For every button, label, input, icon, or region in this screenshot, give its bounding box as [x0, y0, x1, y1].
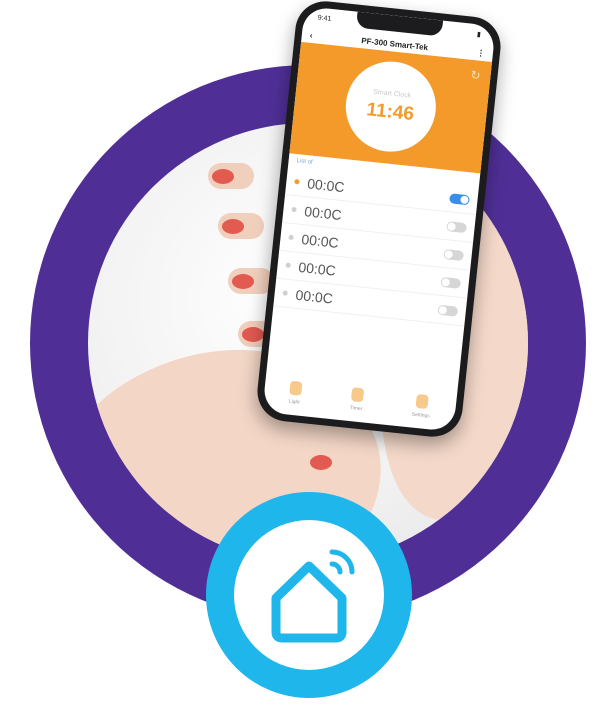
tab-light[interactable]: Light [288, 380, 303, 406]
tab-bar: Light Timer Settings [263, 362, 459, 428]
timer-toggle[interactable] [449, 192, 471, 205]
timer-icon [350, 387, 365, 403]
tab-label: Timer [349, 404, 363, 413]
timer-dot [288, 234, 294, 241]
back-icon[interactable]: ‹ [309, 30, 313, 39]
timer-dot [291, 206, 297, 213]
fingernail [232, 274, 254, 289]
refresh-icon[interactable]: ↻ [470, 68, 481, 83]
wifi-signal-icon [329, 549, 355, 575]
settings-icon [415, 393, 429, 410]
fingernail [310, 455, 332, 470]
timer-dot [285, 262, 291, 269]
smart-home-badge [206, 492, 412, 698]
clock-label: Smart Clock [372, 88, 412, 100]
tab-settings[interactable]: Settings [411, 393, 431, 420]
fingernail [222, 219, 244, 234]
battery-icon: ▮ [476, 31, 482, 39]
tab-timer[interactable]: Timer [349, 387, 365, 413]
light-icon [289, 380, 303, 396]
timer-dot [294, 178, 300, 185]
timer-toggle[interactable] [440, 276, 462, 289]
menu-icon[interactable]: ⋮ [476, 48, 485, 58]
clock-header: ↻ Smart Clock 11:46 [289, 41, 493, 174]
phone-screen: 9:41 ▮ ‹ PF-300 Smart-Tek ⋮ ↻ Smart Cloc… [262, 6, 496, 432]
fingernail [242, 327, 264, 342]
timer-toggle[interactable] [437, 304, 459, 317]
fingernail [212, 169, 234, 184]
status-time: 9:41 [317, 14, 332, 23]
smart-home-icon [271, 549, 355, 643]
timer-toggle[interactable] [443, 248, 465, 261]
tab-label: Light [288, 398, 300, 406]
tab-label: Settings [411, 411, 431, 420]
smartphone: 9:41 ▮ ‹ PF-300 Smart-Tek ⋮ ↻ Smart Cloc… [254, 0, 504, 440]
timer-dot [282, 290, 288, 296]
clock-time: 11:46 [365, 98, 416, 125]
badge-inner [234, 520, 384, 670]
timer-toggle[interactable] [446, 220, 468, 233]
clock-display: Smart Clock 11:46 [341, 57, 441, 157]
